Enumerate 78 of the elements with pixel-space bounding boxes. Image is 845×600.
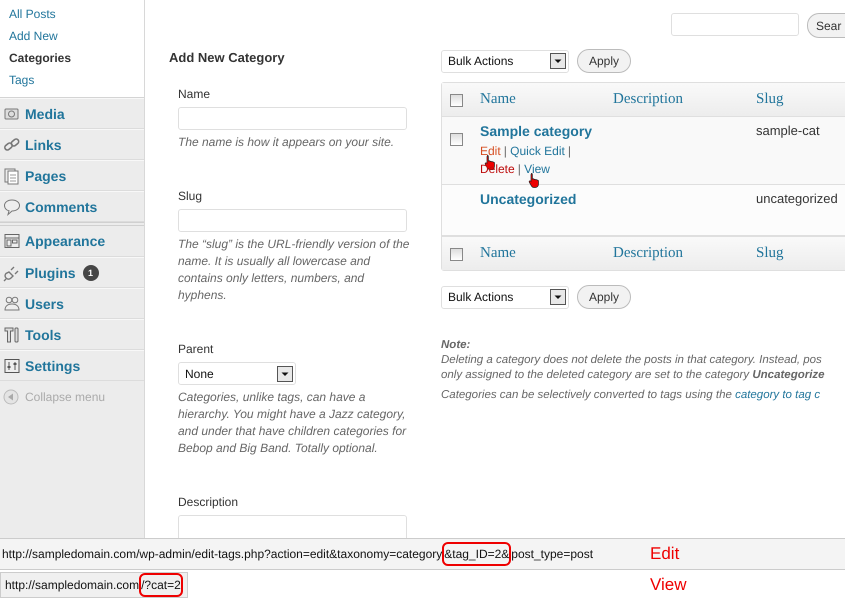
slug-cell-text: sample-cat — [756, 123, 821, 140]
action-separator: | — [518, 162, 521, 176]
menu-label: Appearance — [25, 233, 106, 249]
menu-item[interactable]: Comments — [0, 191, 144, 222]
submenu-link[interactable]: Tags — [0, 69, 34, 91]
column-header[interactable]: Name — [471, 245, 613, 262]
pages-icon — [3, 166, 21, 184]
field-label: Parent — [178, 342, 214, 356]
field-label: Slug — [178, 189, 204, 203]
apply-button[interactable]: Apply — [577, 49, 632, 73]
column-header[interactable]: Description — [613, 91, 756, 108]
annotation-highlight: /?cat=2 — [139, 573, 183, 597]
menu-item[interactable]: Settings — [0, 350, 144, 381]
note-text: Categories can be selectively converted to tags using the — [441, 389, 733, 401]
menu-item[interactable]: Pages — [0, 160, 144, 191]
field-help-text: Categories, unlike tags, can have a hierarchy. You might have a Jazz category, and under that have children categories for Bebop and Big Band. Totally optional. — [178, 389, 408, 457]
text-input-field[interactable] — [178, 107, 407, 130]
chain-icon — [3, 136, 21, 154]
menu-label: Comments — [25, 198, 98, 214]
row-action-link[interactable]: Delete — [480, 162, 515, 176]
note-text: only assigned to the deleted category are set to the category Uncategorize — [441, 368, 826, 383]
form-heading: Add New Category — [169, 50, 286, 65]
submenu-link[interactable]: Categories — [0, 47, 72, 69]
menu-label: Users — [25, 296, 64, 312]
status-bar-url: http://sampledomain.com /?cat=2 — [0, 572, 188, 598]
column-header[interactable]: Slug — [756, 245, 845, 262]
update-count-badge: 1 — [82, 264, 99, 280]
row-checkbox[interactable] — [450, 133, 463, 146]
row-action-link[interactable]: Quick Edit — [510, 144, 565, 158]
column-header[interactable]: Slug — [756, 91, 845, 108]
plug-icon — [3, 264, 21, 282]
action-separator: | — [504, 144, 507, 158]
menu-label: Settings — [25, 358, 80, 374]
parent-dropdown[interactable]: None — [178, 362, 296, 385]
menu-item[interactable]: Plugins 1 — [0, 257, 144, 288]
category-name-link[interactable]: Sample category — [480, 123, 613, 139]
menu-label: Tools — [25, 326, 62, 342]
converter-link[interactable]: category to tag c — [735, 389, 820, 401]
window-icon — [3, 232, 21, 250]
menu-item[interactable]: Media — [0, 98, 144, 129]
users-icon — [3, 294, 21, 312]
row-action-link[interactable]: View — [524, 162, 550, 176]
note-text: Deleting a category does not delete the posts in that category. Instead, pos — [441, 353, 823, 368]
note-heading: Note: — [441, 339, 472, 351]
field-label: Description — [178, 495, 240, 509]
field-label: Name — [178, 87, 212, 101]
slug-cell-text: uncategorized — [756, 191, 839, 208]
submenu-link[interactable]: Add New — [0, 25, 58, 47]
menu-label: Plugins — [25, 264, 76, 280]
menu-label: Pages — [25, 168, 66, 184]
select-all-checkbox[interactable] — [450, 248, 463, 261]
column-header[interactable]: Description — [613, 245, 756, 262]
menu-item[interactable]: Links — [0, 129, 144, 160]
menu-label: Links — [25, 136, 62, 152]
apply-button[interactable]: Apply — [577, 285, 632, 309]
annotation-label: Edit — [650, 544, 680, 564]
search-field[interactable] — [671, 13, 799, 36]
menu-item[interactable]: Users — [0, 288, 144, 319]
select-all-checkbox[interactable] — [450, 94, 463, 107]
speech-bubble-icon — [3, 198, 21, 216]
column-header[interactable]: Name — [471, 91, 613, 108]
menu-label: Media — [25, 106, 65, 122]
bulk-actions-dropdown[interactable]: Bulk Actions — [441, 286, 569, 308]
row-action-link[interactable]: Edit — [480, 144, 501, 158]
action-separator: | — [568, 144, 571, 158]
menu-item[interactable]: Appearance — [0, 222, 144, 257]
category-name-link[interactable]: Uncategorized — [480, 191, 613, 207]
text-input-field[interactable] — [178, 209, 407, 232]
annotation-label: View — [650, 575, 687, 595]
tools-icon — [3, 326, 21, 344]
submenu-link[interactable]: All Posts — [0, 3, 56, 25]
annotation-highlight: &tag_ID=2& — [442, 542, 512, 566]
field-help-text: The “slug” is the URL-friendly version of the name. It is usually all lowercase and contains only letters, numbers, and hyphens. — [178, 236, 410, 304]
menu-item[interactable]: Tools — [0, 319, 144, 350]
field-help-text: The name is how it appears on your site. — [178, 134, 396, 151]
settings-icon — [3, 356, 21, 374]
bulk-actions-dropdown[interactable]: Bulk Actions — [441, 50, 569, 72]
search-button[interactable]: Sear — [807, 13, 845, 38]
